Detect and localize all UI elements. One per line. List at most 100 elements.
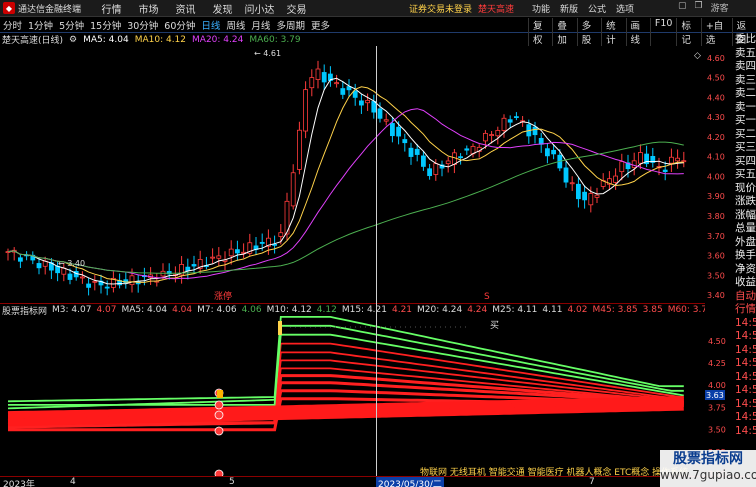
side-panel-item[interactable]: 卖一: [735, 101, 756, 115]
candle-body: [482, 132, 488, 142]
side-panel-item[interactable]: 卖五: [735, 47, 756, 61]
ma20-value: MA20: 4.24: [192, 34, 244, 45]
side-panel-item[interactable]: 买五: [735, 168, 756, 182]
stock-title: 楚天高速(日线): [2, 36, 64, 46]
tool-monthly[interactable]: 月线: [251, 18, 270, 32]
indicator-value: M25: 4.11: [492, 305, 538, 315]
tool-multi-period[interactable]: 多周期: [276, 18, 305, 32]
candle-body: [619, 161, 625, 173]
high-price-label: ← 4.61: [254, 49, 281, 58]
tool-timeshare[interactable]: 分时: [3, 18, 22, 32]
indicator-tick: 3.50: [708, 426, 726, 435]
menu-news[interactable]: 资讯: [167, 1, 204, 16]
side-panel-item[interactable]: 卖三: [735, 74, 756, 88]
current-stock-name[interactable]: 楚天高速: [478, 5, 514, 15]
tool-daily[interactable]: 日线: [201, 18, 220, 32]
side-panel-item[interactable]: 14:56: [735, 317, 756, 331]
candle-body: [545, 148, 550, 157]
indicator-name: 股票指标网: [2, 306, 48, 317]
price-tick: 3.50: [707, 271, 725, 280]
candle-body: [464, 148, 470, 151]
candle-body: [538, 137, 544, 145]
side-panel-item[interactable]: 买二: [735, 128, 756, 142]
indicator-value: 4.06: [241, 305, 262, 315]
candle-body: [315, 68, 321, 80]
side-panel-item[interactable]: 卖四: [735, 60, 756, 74]
menu-function[interactable]: 功能: [532, 2, 550, 15]
chart-background: [0, 46, 705, 303]
side-panel-item[interactable]: 涨幅: [735, 209, 756, 223]
signal-dot: [214, 426, 224, 436]
date-label-april: 4: [70, 477, 76, 487]
candle-body: [638, 152, 643, 164]
candle-body: [427, 168, 433, 177]
tool-5min[interactable]: 5分钟: [59, 18, 84, 32]
menu-assistant[interactable]: 问小达: [241, 1, 278, 16]
candle-body: [80, 276, 85, 279]
side-panel-item[interactable]: 行情: [735, 303, 756, 317]
menu-formula[interactable]: 公式: [588, 2, 606, 15]
candle-body: [396, 126, 402, 137]
side-panel-item[interactable]: 外盘: [735, 236, 756, 250]
settings-icon[interactable]: ⚙: [69, 35, 77, 45]
candle-body: [662, 169, 668, 173]
minimize-icon[interactable]: ▢: [678, 1, 687, 14]
candle-body: [501, 117, 507, 131]
indicator-value: 4.12: [316, 305, 337, 315]
candle-body: [86, 283, 91, 288]
candle-body: [216, 255, 222, 259]
restore-icon[interactable]: ❐: [695, 1, 703, 14]
indicator-value: M15: 4.21: [341, 305, 387, 315]
menu-market-quotes[interactable]: 行情: [93, 1, 130, 16]
side-panel-item[interactable]: 卖二: [735, 87, 756, 101]
candle-body: [458, 156, 464, 159]
candle-body: [631, 160, 637, 168]
indicator-value: MA5: 4.04: [121, 305, 168, 315]
menu-market[interactable]: 市场: [130, 1, 167, 16]
tool-1min[interactable]: 1分钟: [28, 18, 53, 32]
candle-body: [259, 241, 265, 244]
tool-30min[interactable]: 30分钟: [127, 18, 158, 32]
side-panel-item[interactable]: 买三: [735, 141, 756, 155]
side-panel-item[interactable]: 买一: [735, 114, 756, 128]
candle-body: [36, 263, 42, 269]
indicator-value: 4.11: [542, 305, 563, 315]
candle-body: [334, 82, 340, 85]
app-window: ◆ 通达信金融终端 行情 市场 资讯 发现 问小达 交易 证券交易未登录 楚天高速…: [0, 0, 756, 487]
tool-more[interactable]: 更多: [311, 18, 330, 32]
indicator-chart[interactable]: 买: [0, 316, 705, 476]
guest-label[interactable]: 游客: [711, 1, 729, 14]
candlestick-chart[interactable]: ← 4.61 ← 3.40 涨停 S ◇: [0, 46, 705, 303]
app-title: 通达信金融终端: [18, 4, 82, 15]
side-panel-item[interactable]: 现价: [735, 182, 756, 196]
menu-options[interactable]: 选项: [616, 2, 634, 15]
side-panel-item[interactable]: 总量: [735, 222, 756, 236]
price-tick: 3.90: [707, 192, 725, 201]
price-tick: 4.20: [707, 133, 725, 142]
tool-60min[interactable]: 60分钟: [164, 18, 195, 32]
indicator-value: 4.21: [391, 305, 413, 315]
side-panel-item[interactable]: 净资: [735, 263, 756, 277]
tool-15min[interactable]: 15分钟: [90, 18, 121, 32]
main-menu: 行情 市场 资讯 发现 问小达 交易: [93, 1, 315, 16]
indicator-tick: 4.00: [708, 381, 726, 390]
side-panel-item[interactable]: 换手: [735, 249, 756, 263]
signal-dot: [214, 400, 224, 410]
menu-discover[interactable]: 发现: [204, 1, 241, 16]
trade-notice[interactable]: 证券交易未登录 楚天高速: [409, 2, 514, 15]
ma10-value: MA10: 4.12: [134, 34, 187, 45]
indicator-header: 股票指标网 M3: 4.07 4.07 MA5: 4.04 4.04 M7: 4.06 4…: [0, 303, 705, 316]
ma5-value: MA5: 4.04: [83, 34, 129, 45]
menu-new-version[interactable]: 新版: [560, 2, 578, 15]
side-panel-item[interactable]: 买四: [735, 155, 756, 169]
watermark-title: 股票指标网: [673, 451, 743, 467]
side-panel-item[interactable]: 自动: [735, 290, 756, 304]
side-panel-item[interactable]: 涨跌: [735, 195, 756, 209]
tool-weekly[interactable]: 周线: [226, 18, 245, 32]
candle-body: [129, 275, 135, 286]
date-label-year: 2023年: [3, 480, 35, 487]
trade-login-status[interactable]: 证券交易未登录: [409, 5, 472, 15]
side-panel-item[interactable]: 收益: [735, 276, 756, 290]
side-panel-item[interactable]: 委比: [735, 33, 756, 47]
menu-trade[interactable]: 交易: [278, 1, 315, 16]
